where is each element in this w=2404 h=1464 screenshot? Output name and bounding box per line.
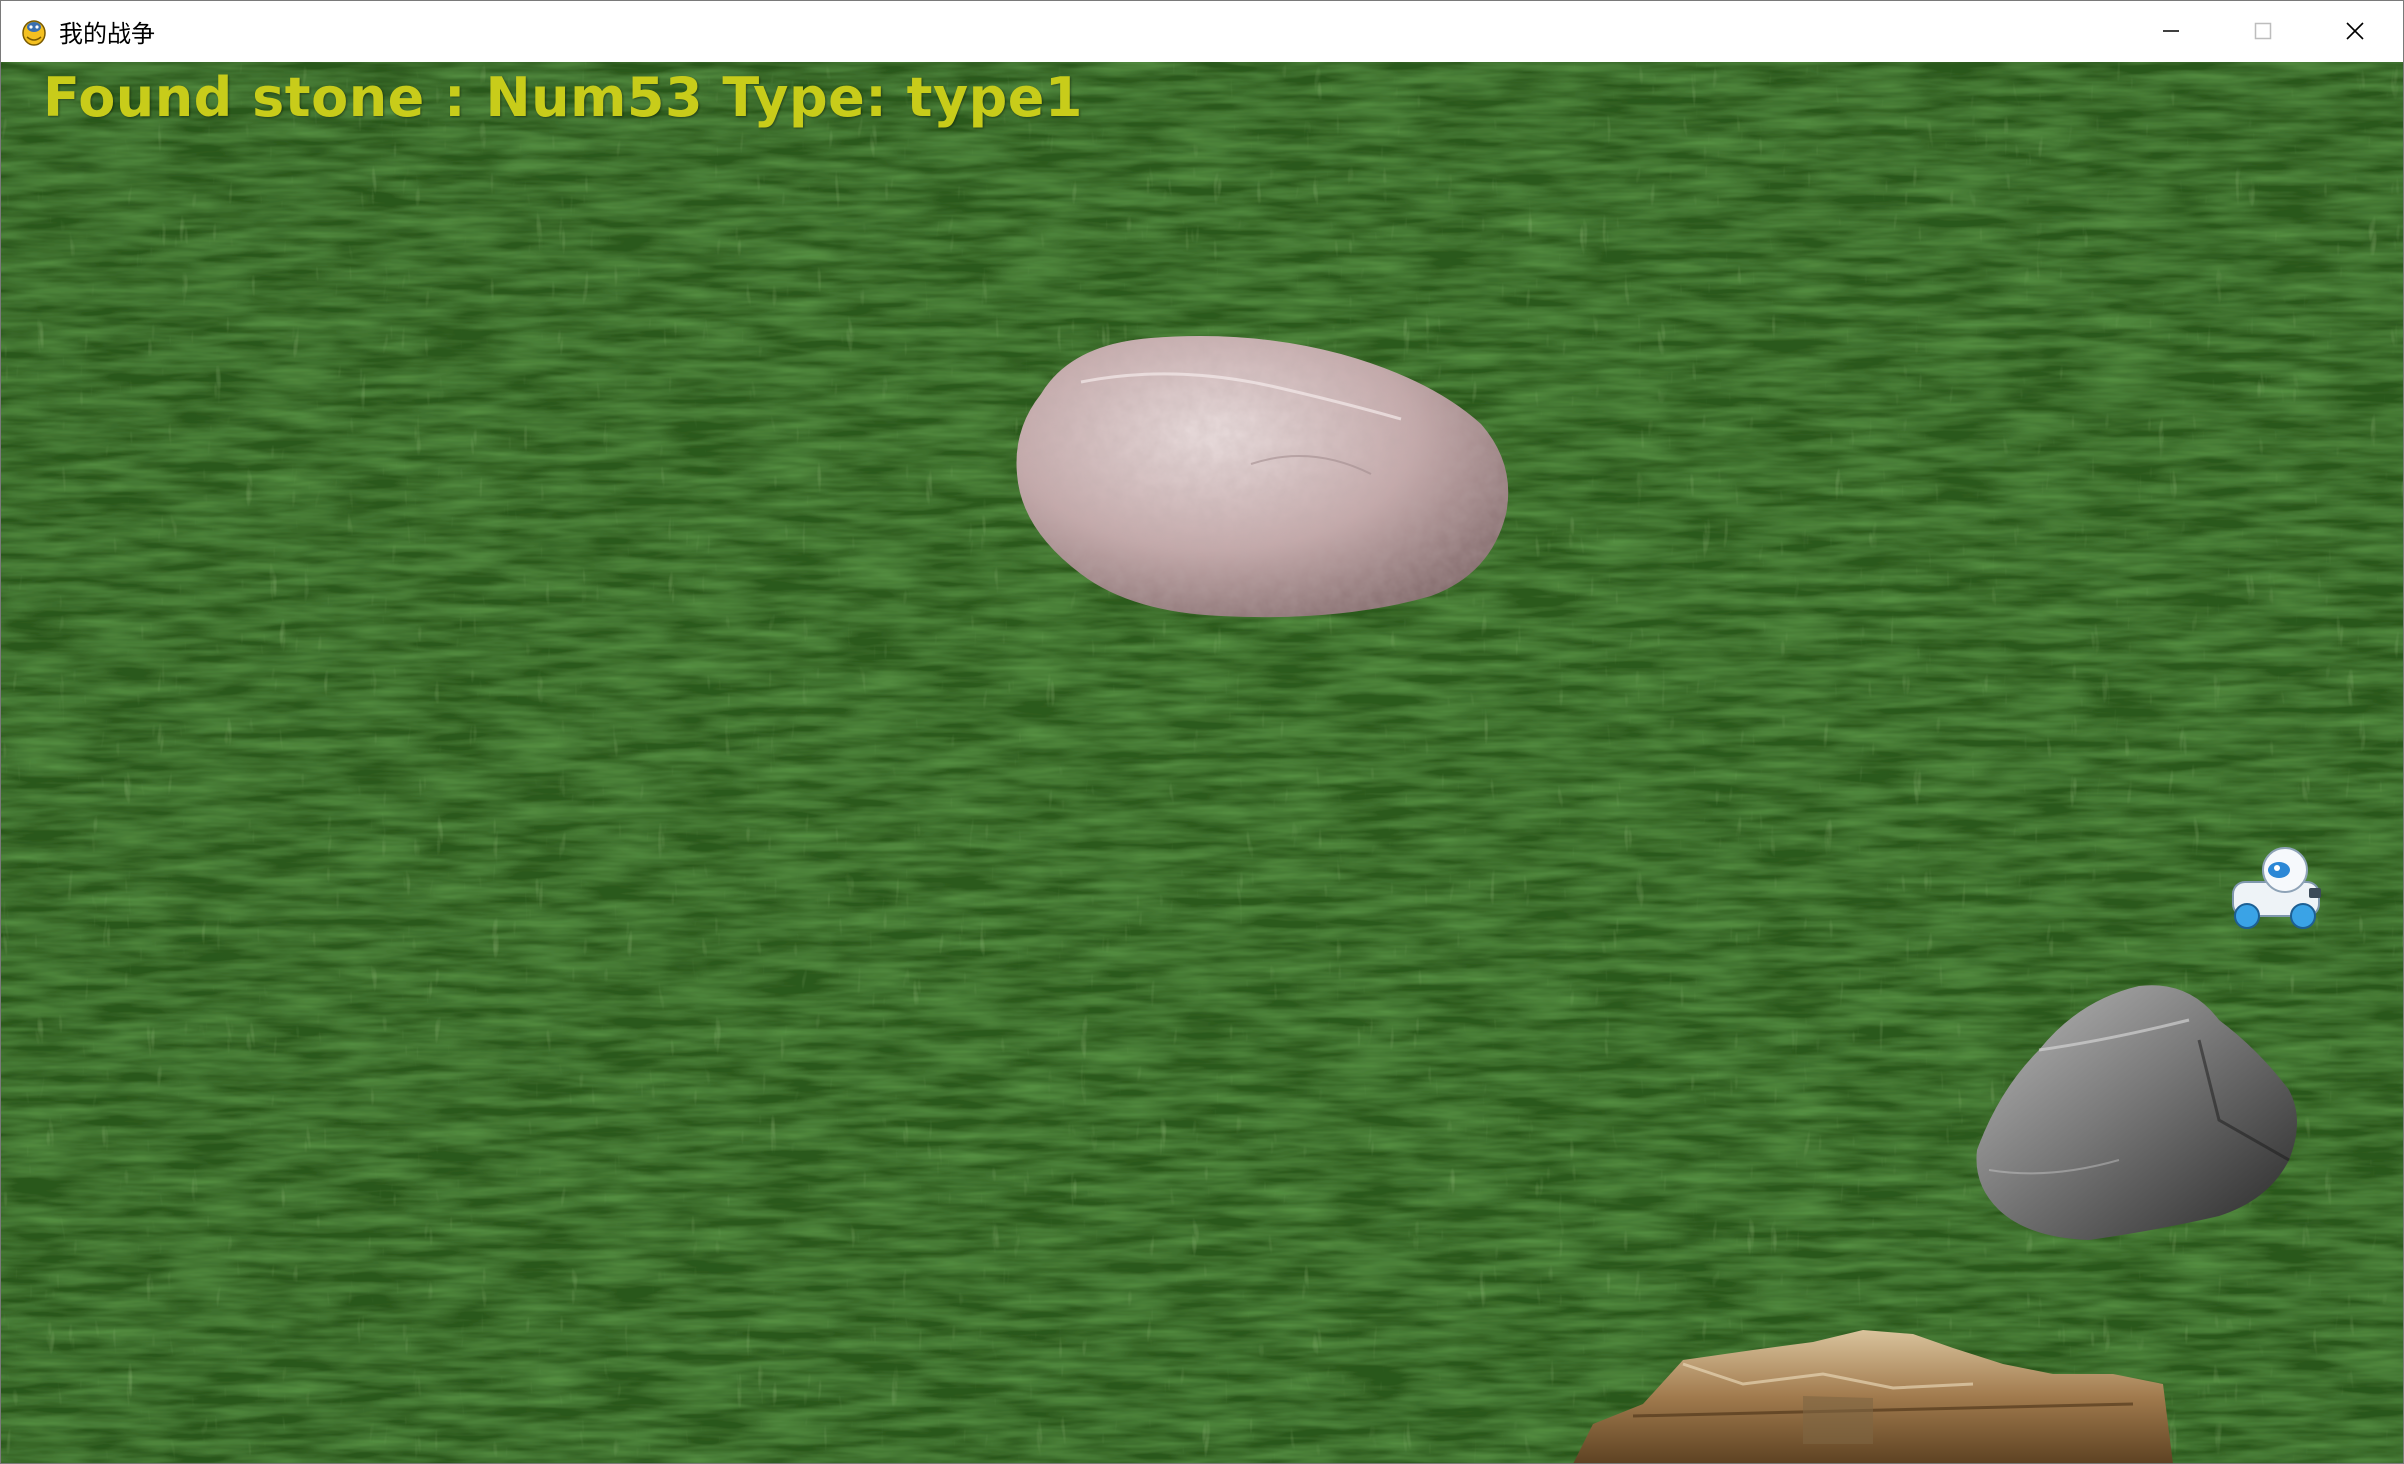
title-bar[interactable]: 我的战争 <box>1 1 2403 62</box>
game-canvas[interactable]: Found stone : Num53 Type: type1 <box>1 62 2403 1464</box>
close-button[interactable] <box>2309 1 2401 61</box>
robot-rover[interactable] <box>2223 842 2329 938</box>
window-title: 我的战争 <box>59 20 155 48</box>
close-icon <box>2346 22 2364 40</box>
game-window: 我的战争 Found stone: Num53 Type: type1 <box>0 0 2404 1464</box>
hud-status: Found stone : Num53 Type: type1 <box>43 66 1083 129</box>
minimize-button[interactable] <box>2125 1 2217 61</box>
grass-background <box>1 62 2403 1463</box>
large-pink-stone[interactable] <box>1011 324 1516 624</box>
layered-brown-rock[interactable] <box>1573 1324 2173 1464</box>
maximize-icon <box>2254 22 2272 40</box>
stone-type: type1 <box>906 66 1084 129</box>
type-label: Type: <box>703 66 907 129</box>
gray-stone[interactable] <box>1969 980 2307 1242</box>
found-stone-label: Found stone : <box>43 66 486 129</box>
pygame-snake-icon <box>22 19 46 46</box>
minimize-icon <box>2163 30 2179 32</box>
stone-number: Num53 <box>485 66 704 129</box>
maximize-button[interactable] <box>2217 1 2309 61</box>
